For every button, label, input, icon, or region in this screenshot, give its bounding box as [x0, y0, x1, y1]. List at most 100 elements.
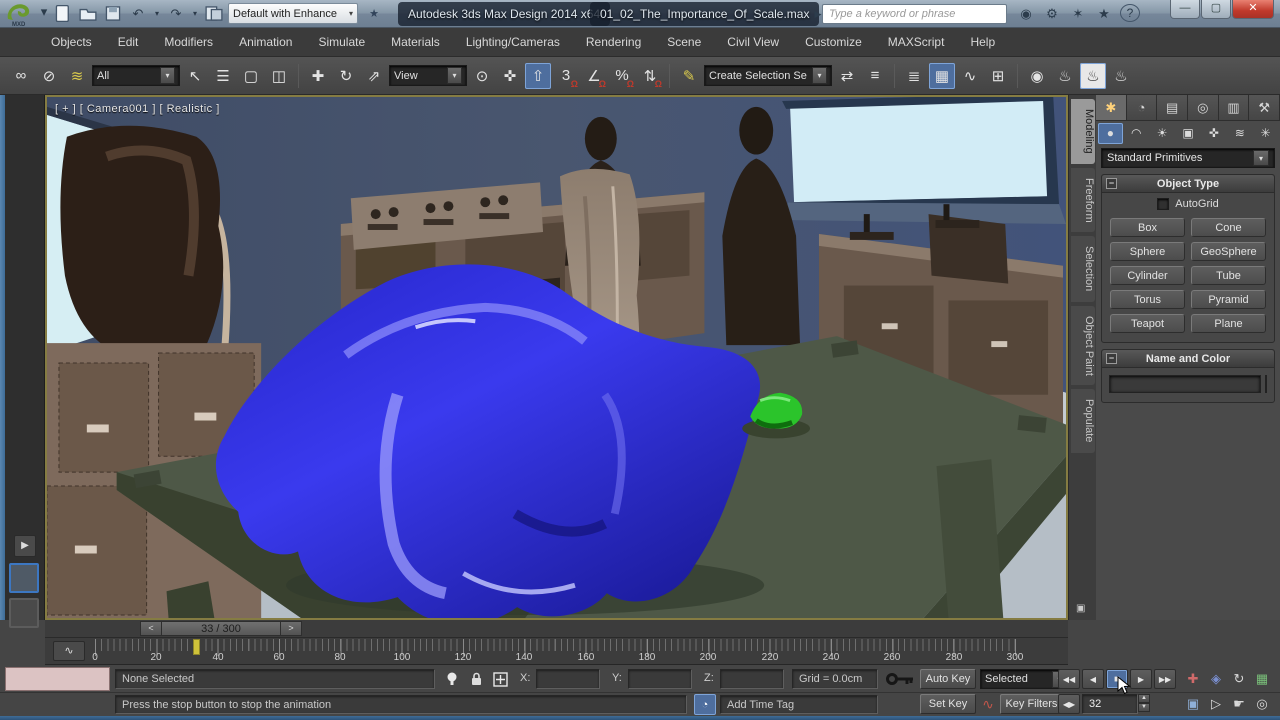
camera-viewport[interactable]: [ + ] [ Camera001 ] [ Realistic ]	[45, 95, 1068, 620]
go-to-start-button[interactable]: ◀◀	[1058, 669, 1080, 689]
z-coordinate-field[interactable]	[720, 669, 784, 689]
coordinate-system-dropdown[interactable]: View ▾	[389, 65, 467, 86]
frame-spinner[interactable]: ▲ ▼	[1138, 694, 1150, 714]
geometry-category-dropdown[interactable]: Standard Primitives ▾	[1101, 148, 1275, 168]
render-production-icon[interactable]: ♨	[1108, 63, 1134, 89]
subscription-icon[interactable]: ⚙	[1040, 4, 1064, 24]
angle-snap-icon[interactable]: ∠Ω	[581, 63, 607, 89]
select-and-rotate-icon[interactable]: ↻	[333, 63, 359, 89]
select-and-manipulate-icon[interactable]: ✜	[497, 63, 523, 89]
utilities-tab-icon[interactable]: ⚒	[1249, 95, 1280, 120]
key-mode-toggle-button[interactable]: ◀▶	[1058, 694, 1080, 714]
menu-civil-view[interactable]: Civil View	[714, 29, 792, 55]
shapes-icon[interactable]: ◠	[1124, 123, 1149, 144]
previous-frame-button[interactable]: ◀	[1082, 669, 1104, 689]
selection-filter-dropdown[interactable]: All ▾	[92, 65, 180, 86]
modify-tab-icon[interactable]: ◔	[1127, 95, 1158, 120]
add-time-tag-field[interactable]: Add Time Tag	[720, 695, 878, 714]
ribbon-tab-freeform[interactable]: Freeform	[1071, 168, 1095, 233]
pan-gizmo-icon[interactable]: ✚	[1182, 669, 1204, 689]
maximize-viewport-icon[interactable]: ▦	[1251, 669, 1273, 689]
select-object-icon[interactable]: ↖	[182, 63, 208, 89]
display-tab-icon[interactable]: ▥	[1219, 95, 1250, 120]
keyboard-override-toggle-icon[interactable]: ⇧	[525, 63, 551, 89]
use-pivot-center-icon[interactable]: ⊙	[469, 63, 495, 89]
selection-region-icon[interactable]: ▢	[238, 63, 264, 89]
set-key-button[interactable]: Set Key	[920, 694, 976, 714]
next-frame-button[interactable]: ▶	[1130, 669, 1152, 689]
object-type-rollout-header[interactable]: − Object Type	[1102, 175, 1274, 193]
object-color-swatch[interactable]	[1265, 375, 1267, 393]
bind-to-spacewarp-icon[interactable]: ≋	[64, 63, 90, 89]
helpers-icon[interactable]: ✜	[1201, 123, 1226, 144]
pyramid-button[interactable]: Pyramid	[1191, 290, 1266, 309]
time-tag-icon[interactable]: ◔	[694, 694, 716, 715]
select-and-scale-icon[interactable]: ⇗	[361, 63, 387, 89]
new-scene-button[interactable]	[52, 3, 74, 24]
minimize-button[interactable]: —	[1170, 0, 1200, 19]
spinner-up-icon[interactable]: ▲	[1138, 694, 1150, 703]
menu-edit[interactable]: Edit	[105, 29, 152, 55]
object-name-input[interactable]	[1109, 375, 1261, 393]
name-and-color-rollout-header[interactable]: − Name and Color	[1102, 350, 1274, 368]
close-button[interactable]: ✕	[1232, 0, 1274, 19]
undo-dropdown-icon[interactable]: ▾	[152, 3, 162, 24]
named-selection-sets-dropdown[interactable]: Create Selection Se ▾	[704, 65, 832, 86]
plane-button[interactable]: Plane	[1191, 314, 1266, 333]
spinner-snap-icon[interactable]: ⇅Ω	[637, 63, 663, 89]
menu-lighting-cameras[interactable]: Lighting/Cameras	[453, 29, 573, 55]
tube-button[interactable]: Tube	[1191, 266, 1266, 285]
sphere-button[interactable]: Sphere	[1110, 242, 1185, 261]
zoom-icon[interactable]: ◎	[1251, 694, 1273, 714]
pan-hand-icon[interactable]: ☛	[1228, 694, 1250, 714]
next-frame-arrow-icon[interactable]: >	[280, 621, 302, 636]
spacewarps-icon[interactable]: ≋	[1227, 123, 1252, 144]
time-slider-track[interactable]: < 33 / 300 >	[45, 620, 1068, 638]
search-icon[interactable]: ◉	[1014, 4, 1038, 24]
selection-lock-icon[interactable]	[466, 669, 486, 689]
menu-objects[interactable]: Objects	[38, 29, 105, 55]
3dsmax-logo[interactable]: MXD	[4, 1, 34, 27]
geometry-icon[interactable]: ●	[1098, 123, 1123, 144]
ribbon-minimize-icon[interactable]: ▣	[1076, 603, 1085, 614]
help-icon[interactable]: ?	[1120, 4, 1140, 22]
ribbon-tab-populate[interactable]: Populate	[1071, 389, 1095, 452]
select-and-link-icon[interactable]: ∞	[8, 63, 34, 89]
menu-animation[interactable]: Animation	[226, 29, 305, 55]
orbit-icon[interactable]: ↻	[1228, 669, 1250, 689]
play-stop-button[interactable]: ■	[1106, 669, 1128, 689]
menu-maxscript[interactable]: MAXScript	[875, 29, 958, 55]
schematic-view-icon[interactable]: ⊞	[985, 63, 1011, 89]
workspace-star-icon[interactable]: ★	[362, 4, 386, 24]
viewport-layout-tab-active[interactable]	[9, 563, 39, 593]
menu-modifiers[interactable]: Modifiers	[151, 29, 226, 55]
frame-indicator[interactable]: 33 / 300	[162, 621, 280, 636]
maxscript-mini-listener-pink[interactable]	[5, 667, 110, 691]
x-coordinate-field[interactable]	[536, 669, 600, 689]
time-slider-handle[interactable]: < 33 / 300 >	[140, 621, 302, 636]
window-crossing-icon[interactable]: ◫	[266, 63, 292, 89]
viewport-layout-tab[interactable]	[9, 598, 39, 628]
menu-help[interactable]: Help	[957, 29, 1008, 55]
select-by-name-icon[interactable]: ☰	[210, 63, 236, 89]
render-setup-icon[interactable]: ♨	[1052, 63, 1078, 89]
set-key-curve-icon[interactable]: ∿	[978, 694, 998, 714]
auto-key-button[interactable]: Auto Key	[920, 669, 976, 689]
track-bar[interactable]: ∿ 0 20 40 60 80 100 120 140 160 180 200 …	[45, 638, 1068, 665]
undo-button[interactable]: ↶	[127, 3, 149, 24]
graphite-ribbon-toggle-icon[interactable]: ▦	[929, 63, 955, 89]
select-and-move-icon[interactable]: ✚	[305, 63, 331, 89]
percent-snap-icon[interactable]: %Ω	[609, 63, 635, 89]
playhead[interactable]	[193, 639, 200, 655]
curve-editor-icon[interactable]: ∿	[957, 63, 983, 89]
box-button[interactable]: Box	[1110, 218, 1185, 237]
transform-gizmo-icon[interactable]	[490, 669, 510, 689]
autogrid-checkbox[interactable]	[1157, 198, 1169, 210]
geosphere-button[interactable]: GeoSphere	[1191, 242, 1266, 261]
project-folder-button[interactable]	[203, 3, 225, 24]
rendered-frame-window-icon[interactable]: ♨	[1080, 63, 1106, 89]
ribbon-tab-object-paint[interactable]: Object Paint	[1071, 306, 1095, 386]
edit-named-selection-sets-icon[interactable]: ✎	[676, 63, 702, 89]
viewport-label[interactable]: [ + ] [ Camera001 ] [ Realistic ]	[55, 103, 220, 115]
menu-rendering[interactable]: Rendering	[573, 29, 654, 55]
